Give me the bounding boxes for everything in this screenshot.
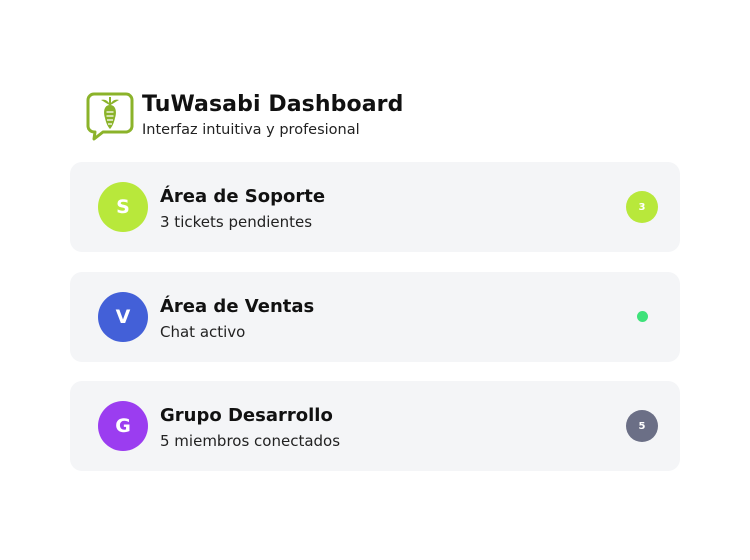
page-subtitle: Interfaz intuitiva y profesional [142,121,360,138]
avatar: S [98,182,148,232]
dashboard-page: TuWasabi Dashboard Interfaz intuitiva y … [0,0,750,560]
chat-card-ventas[interactable]: V Área de Ventas Chat activo [70,272,680,362]
chat-subtitle: Chat activo [160,323,246,341]
chat-title: Grupo Desarrollo [160,405,333,426]
avatar: G [98,401,148,451]
chat-subtitle: 5 miembros conectados [160,432,341,450]
online-status-dot [637,311,648,322]
chat-title: Área de Soporte [160,186,326,207]
chat-card-text: Grupo Desarrollo 5 miembros conectados [160,404,340,451]
chat-card-text: Área de Ventas Chat activo [160,295,314,342]
header: TuWasabi Dashboard Interfaz intuitiva y … [86,88,403,142]
chat-card-soporte[interactable]: S Área de Soporte 3 tickets pendientes 3 [70,162,680,252]
chat-subtitle: 3 tickets pendientes [160,213,313,231]
chat-card-desarrollo[interactable]: G Grupo Desarrollo 5 miembros conectados… [70,381,680,471]
page-title: TuWasabi Dashboard [142,91,404,117]
chat-card-text: Área de Soporte 3 tickets pendientes [160,185,325,232]
members-count-badge: 5 [626,410,658,442]
header-text: TuWasabi Dashboard Interfaz intuitiva y … [142,91,403,140]
unread-count-badge: 3 [626,191,658,223]
chat-title: Área de Ventas [160,296,315,317]
wasabi-logo-icon [86,92,134,141]
avatar: V [98,292,148,342]
